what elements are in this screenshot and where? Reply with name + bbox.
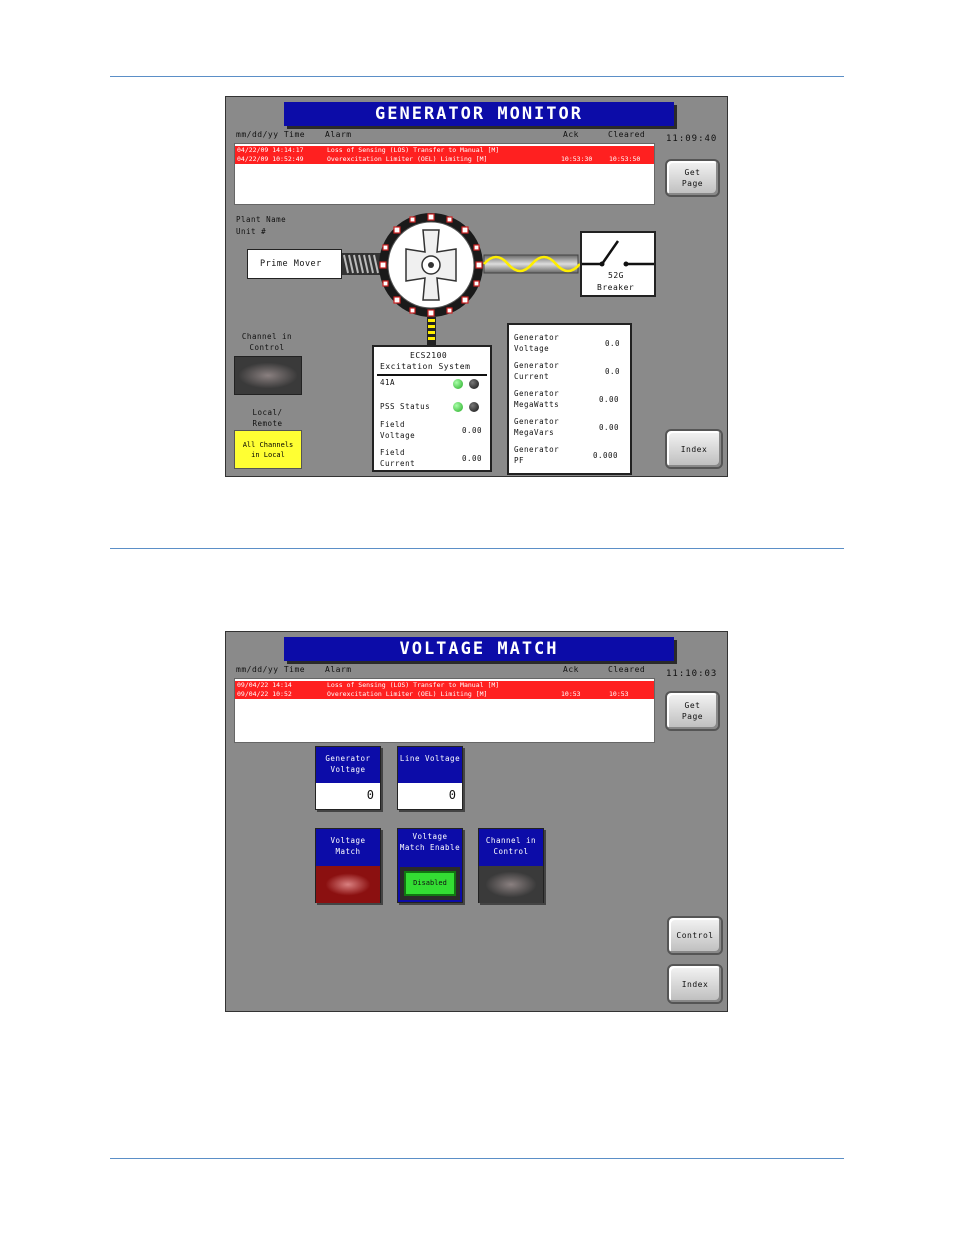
alarm-list[interactable]: 09/04/22 14:14 Loss of Sensing (LOS) Tra…	[234, 678, 655, 743]
voltage-match-enable-state: Disabled	[404, 871, 456, 896]
generator-voltage-tile: Generator Voltage 0	[315, 746, 381, 810]
gen-megavars-value: 0.00	[599, 423, 620, 432]
channel-in-control-label: Channel in Control	[241, 332, 293, 352]
all-channels-local-indicator[interactable]: All Channels in Local	[234, 430, 302, 469]
coupling-spring	[342, 253, 382, 275]
pss-off-lamp	[469, 402, 479, 412]
gen-megawatts-value: 0.00	[599, 395, 620, 404]
41a-off-lamp	[469, 379, 479, 389]
voltage-match-screen: VOLTAGE MATCH mm/dd/yy Time Alarm Ack Cl…	[225, 631, 728, 1012]
channel-in-control-indicator	[479, 866, 543, 903]
voltage-match-indicator	[316, 866, 380, 903]
41a-green-lamp	[453, 379, 463, 389]
middle-rule	[110, 548, 844, 549]
channel-in-control-tile: Channel in Control	[478, 828, 544, 903]
excitation-title-1: ECS2100	[410, 351, 448, 360]
alarm-text: Overexcitation Limiter (OEL) Limiting [M…	[327, 690, 488, 698]
index-button[interactable]: Index	[665, 429, 723, 469]
line-voltage-label: Line Voltage	[398, 747, 462, 783]
excitation-divider	[377, 374, 487, 376]
generator-voltage-label: Generator Voltage	[316, 747, 380, 783]
channel-in-control-label: Channel in Control	[479, 829, 543, 866]
voltage-match-label: Voltage Match	[316, 829, 380, 866]
index-button[interactable]: Index	[667, 964, 723, 1004]
get-page-button[interactable]: Get Page	[665, 691, 720, 731]
col-header-cleared: Cleared	[608, 665, 646, 674]
gen-voltage-label: Generator Voltage	[514, 333, 560, 353]
excitation-system-panel: ECS2100 Excitation System 41A PSS Status…	[372, 345, 492, 472]
prime-mover-label: Prime Mover	[260, 259, 322, 269]
gen-current-value: 0.0	[605, 367, 621, 376]
label-41a: 41A	[380, 378, 396, 387]
field-voltage-value: 0.00	[462, 426, 483, 435]
breaker-switch-icon	[582, 240, 654, 267]
pss-green-lamp	[453, 402, 463, 412]
field-current-label: Field Current	[380, 448, 416, 468]
voltage-match-tile: Voltage Match	[315, 828, 381, 903]
alarm-ack: 10:53	[561, 690, 581, 698]
local-remote-label: Local/ Remote	[252, 408, 283, 428]
field-voltage-label: Field Voltage	[380, 420, 416, 440]
alarm-datetime: 09/04/22 10:52	[237, 690, 292, 698]
gen-megavars-label: Generator MegaVars	[514, 417, 560, 437]
field-current-value: 0.00	[462, 454, 483, 463]
alarm-text: Loss of Sensing (LOS) Transfer to Manual…	[327, 681, 500, 689]
alarm-datetime: 09/04/22 14:14	[237, 681, 292, 689]
excitation-link	[427, 317, 436, 346]
screen-title: VOLTAGE MATCH	[284, 637, 674, 661]
generator-monitor-screen: GENERATOR MONITOR mm/dd/yy Time Alarm Ac…	[225, 96, 728, 477]
channel-in-control-indicator	[234, 356, 302, 395]
gen-voltage-value: 0.0	[605, 339, 621, 348]
pss-status-label: PSS Status	[380, 402, 431, 411]
gen-pf-value: 0.000	[593, 451, 619, 460]
top-rule	[110, 76, 844, 77]
generator-values-panel: Generator Voltage 0.0 Generator Current …	[507, 323, 632, 475]
alarm-row[interactable]: 09/04/22 10:52 Overexcitation Limiter (O…	[235, 690, 654, 699]
alarm-cleared: 10:53	[609, 690, 629, 698]
breaker-label: Breaker	[597, 283, 635, 292]
breaker-number: 52G	[608, 271, 624, 280]
voltage-match-enable-label: Voltage Match Enable	[398, 829, 462, 866]
voltage-match-enable-tile: Voltage Match Enable Disabled	[397, 828, 463, 903]
excitation-title-2: Excitation System	[380, 362, 471, 371]
alarm-row[interactable]: 09/04/22 14:14 Loss of Sensing (LOS) Tra…	[235, 681, 654, 690]
col-header-date: mm/dd/yy Time	[236, 665, 306, 674]
bottom-rule	[110, 1158, 844, 1159]
all-channels-local-label: All Channels in Local	[242, 440, 294, 459]
generator-voltage-value: 0	[366, 788, 374, 802]
clock: 11:10:03	[666, 669, 718, 679]
control-button[interactable]: Control	[667, 916, 723, 955]
col-header-alarm: Alarm	[325, 665, 352, 674]
line-voltage-value: 0	[448, 788, 456, 802]
gen-current-label: Generator Current	[514, 361, 560, 381]
gen-pf-label: Generator PF	[514, 445, 560, 465]
gen-megawatts-label: Generator MegaWatts	[514, 389, 560, 409]
line-voltage-tile: Line Voltage 0	[397, 746, 463, 810]
voltage-match-enable-button[interactable]: Disabled	[400, 867, 460, 900]
col-header-ack: Ack	[563, 665, 579, 674]
